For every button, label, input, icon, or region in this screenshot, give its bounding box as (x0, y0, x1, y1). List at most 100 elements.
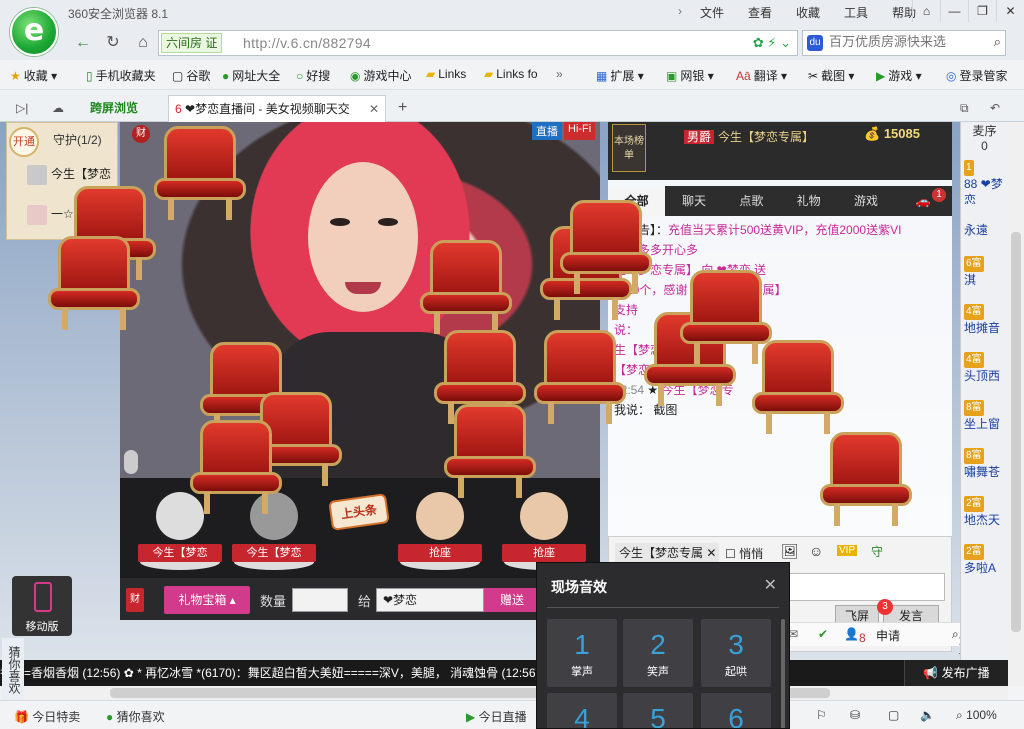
top-user[interactable]: 男爵 今生【梦恋专属】 (684, 128, 814, 145)
bookmark-links[interactable]: ▰ Links (426, 67, 466, 81)
mic-order-entry[interactable]: 4富 头顶西 (961, 348, 1008, 396)
maximize-button[interactable]: ❐ (968, 0, 996, 22)
vip-icon[interactable]: VIP (837, 545, 858, 556)
mic-order-entry[interactable]: 4富 地摊音 (961, 300, 1008, 348)
bookmark-screenshot[interactable]: ✂ 截图 ▾ (808, 67, 854, 84)
bookmark-hao[interactable]: ● 网址大全 (222, 67, 280, 84)
mic-order-entry[interactable]: 6富淇 (961, 252, 1008, 300)
popup-scrollbar[interactable] (781, 619, 785, 728)
car-icon[interactable]: 🚗 1 (895, 186, 952, 216)
grab-seat-button[interactable]: 抢座 (392, 484, 488, 574)
flag-icon[interactable]: ⚐ (816, 708, 827, 722)
gift-box-button[interactable]: 礼物宝箱 ▴ (164, 586, 250, 614)
mic-order-entry[interactable]: 8富 坐上窗 (961, 396, 1008, 444)
guardian-item[interactable]: 今生【梦恋 (11, 165, 111, 189)
speed-icon[interactable]: ✿ ⚡ ⌄ (753, 35, 791, 51)
network-icon[interactable]: ⛁ (850, 708, 860, 722)
seat-slot[interactable]: 今生【梦恋 (132, 484, 228, 574)
new-tab-button[interactable]: + (392, 95, 413, 122)
sound-effect-button[interactable]: 5 (623, 693, 693, 728)
zoom-control[interactable]: ⌕ 100% (956, 708, 997, 723)
guard-icon[interactable]: 守 (871, 543, 883, 560)
minimize-button[interactable]: — (940, 0, 968, 22)
bookmark-bank[interactable]: ▣ 网银 ▾ (666, 67, 714, 84)
chevron-right-icon[interactable]: › (678, 4, 688, 21)
window-icon[interactable]: ▢ (888, 708, 899, 722)
refresh-icon[interactable]: ↻ (102, 32, 124, 54)
bookmark-games[interactable]: ▶ 游戏 ▾ (876, 67, 922, 84)
check-icon[interactable]: ✔ (818, 627, 828, 641)
sound-effect-button[interactable]: 1 掌声 (547, 619, 617, 687)
rank-badge[interactable]: 本场榜单 (612, 124, 646, 172)
more-bookmarks-icon[interactable]: » (556, 67, 563, 81)
publish-broadcast-button[interactable]: 📢 发布广播 (904, 660, 1008, 686)
sound-effect-button[interactable]: 6 (701, 693, 771, 728)
sidebar-toggle-icon[interactable]: ▷| (10, 95, 34, 122)
address-bar[interactable]: 六间房 证 http://v.6.cn/882794 ✿ ⚡ ⌄ (158, 30, 798, 56)
menu-view[interactable]: 查看 (736, 4, 784, 21)
mic-order-entry[interactable]: 8富 嘯舞苍 (961, 444, 1008, 492)
bookmark-favorites[interactable]: ★ 收藏 ▾ (10, 67, 57, 84)
chat-target[interactable]: 今生【梦恋专属 ✕ (615, 543, 719, 563)
tab-chat[interactable]: 聊天 (665, 186, 722, 216)
mobile-version-button[interactable]: 移动版 (12, 576, 72, 636)
undo-close-icon[interactable]: ↶ (984, 95, 1006, 122)
sound-effects-search[interactable] (619, 571, 759, 593)
tab-games[interactable]: 游戏 (837, 186, 894, 216)
menu-favorites[interactable]: 收藏 (784, 4, 832, 21)
skin-icon[interactable]: ⌂ (912, 0, 940, 22)
close-window-button[interactable]: ✕ (996, 0, 1024, 22)
menu-file[interactable]: 文件 (688, 4, 736, 21)
bookmark-extensions[interactable]: ▦ 扩展 ▾ (596, 67, 644, 84)
mic-order-entry[interactable]: 永遠 (961, 204, 1008, 252)
tab-cross-screen[interactable]: 跨屏浏览 (84, 95, 162, 122)
menu-tools[interactable]: 工具 (832, 4, 880, 21)
mic-order-entry[interactable]: 1 88 ❤梦恋 (961, 156, 1008, 204)
bookmark-game-center[interactable]: ◉ 游戏中心 (350, 67, 412, 84)
bookmark-login-manager[interactable]: ◎ 登录管家 (946, 67, 1008, 84)
site-verify-badge[interactable]: 六间房 证 (161, 33, 223, 53)
baidu-icon[interactable]: du (807, 35, 823, 51)
add-mic-button[interactable]: ⌕ 添加 (952, 627, 971, 664)
sound-effect-button[interactable]: 4 (547, 693, 617, 728)
tab-gifts[interactable]: 礼物 (780, 186, 837, 216)
vertical-scrollbar[interactable] (1008, 122, 1024, 686)
emoji-icon[interactable]: ☺ (809, 543, 823, 559)
horizontal-scrollbar[interactable] (0, 686, 1008, 700)
bookmark-google[interactable]: ▢ 谷歌 (172, 67, 210, 84)
apply-mic-button[interactable]: 申请 (876, 627, 900, 644)
microphone-icon[interactable] (124, 450, 138, 474)
tab-list-icon[interactable]: ⧉ (954, 95, 975, 122)
quantity-input[interactable] (292, 588, 348, 612)
whisper-checkbox[interactable]: ☐ 悄悄 (725, 545, 763, 562)
tab-active[interactable]: 6 ❤梦恋直播间 - 美女视频聊天交 ✕ (168, 95, 386, 122)
volume-icon[interactable]: 🔈 (920, 708, 935, 722)
today-live-link[interactable]: ▶ 今日直播 (466, 708, 527, 725)
cloud-icon[interactable]: ☁ (46, 95, 70, 122)
search-box[interactable]: du ⌕ (802, 30, 1006, 56)
seat-slot[interactable]: 今生【梦恋 (226, 484, 322, 574)
guardian-item[interactable]: 一☆ (11, 205, 74, 229)
open-guardian-button[interactable]: 开通 (9, 127, 39, 157)
bookmark-haosou[interactable]: ○ 好搜 (296, 67, 330, 84)
image-icon[interactable]: 🖼 (781, 543, 799, 560)
tab-all[interactable]: 全部 (608, 186, 666, 216)
mic-order-entry[interactable]: 2富 地杰天 (961, 492, 1008, 540)
today-special-link[interactable]: 🎁 今日特卖 (14, 708, 80, 725)
close-icon[interactable]: ✕ (764, 575, 777, 595)
live-video[interactable] (120, 122, 600, 478)
search-icon[interactable]: ⌕ (994, 34, 1001, 50)
back-icon[interactable]: ← (72, 32, 94, 54)
fortune-icon[interactable]: 财 (132, 125, 150, 143)
red-envelope-icon[interactable]: 财 (126, 588, 144, 612)
mic-order-entry[interactable]: 2富 多啦A (961, 540, 1008, 588)
tab-songs[interactable]: 点歌 (723, 186, 780, 216)
sound-effect-button[interactable]: 3 起哄 (701, 619, 771, 687)
search-input[interactable] (829, 34, 979, 49)
bookmark-mobile[interactable]: ▯ 手机收藏夹 (86, 67, 156, 84)
send-gift-button[interactable]: 赠送 (484, 588, 540, 612)
guess-you-like-side[interactable]: 猜你喜欢 (2, 638, 24, 702)
guess-like-link[interactable]: ● 猜你喜欢 (106, 708, 165, 725)
recipient-select[interactable]: ❤梦恋 (376, 588, 484, 612)
url-text[interactable]: http://v.6.cn/882794 (243, 35, 371, 51)
